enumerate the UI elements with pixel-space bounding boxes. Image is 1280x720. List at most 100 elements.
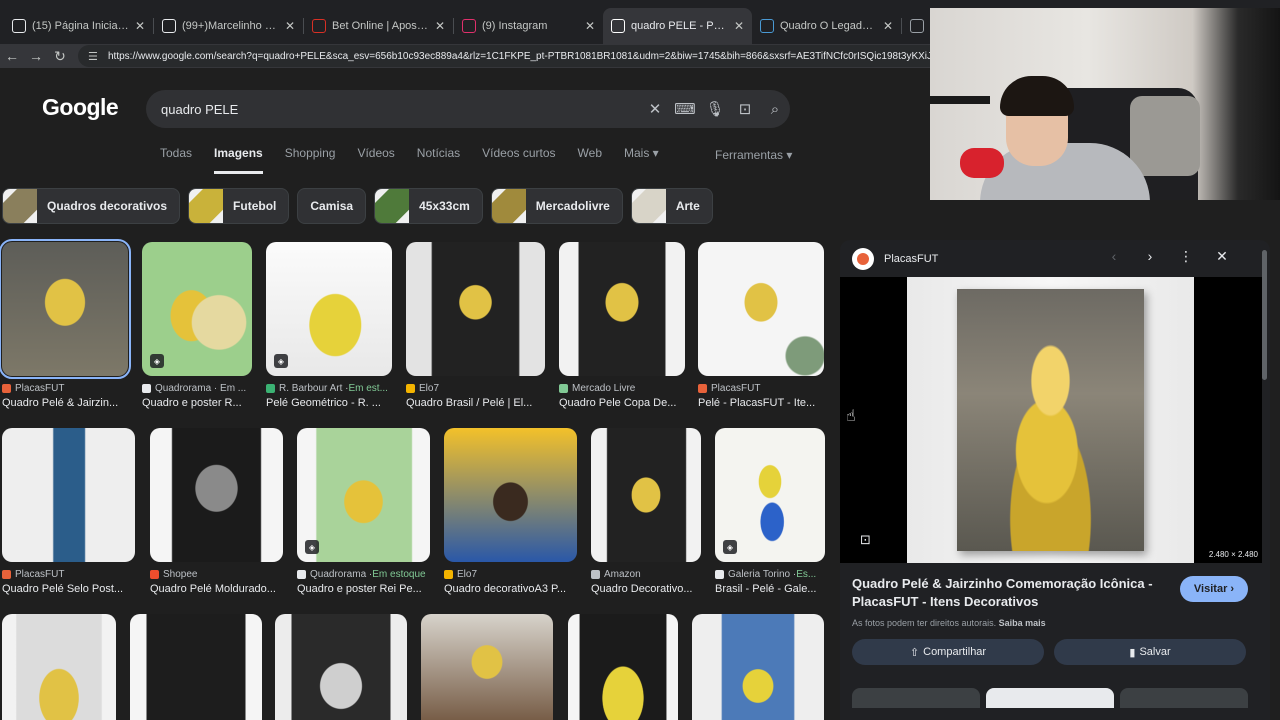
- chip-arte[interactable]: Arte: [630, 188, 713, 224]
- clear-icon[interactable]: ✕: [640, 100, 670, 118]
- result-source[interactable]: Shopee: [150, 569, 283, 580]
- visit-button[interactable]: Visitar ›: [1180, 576, 1248, 602]
- image-result[interactable]: [568, 614, 678, 720]
- tab-5[interactable]: Vídeos curtos: [482, 146, 555, 174]
- result-source[interactable]: PlacasFUT: [2, 383, 128, 394]
- mic-icon[interactable]: 🎙: [700, 100, 730, 118]
- result-source[interactable]: R. Barbour Art · Em est...: [266, 383, 392, 394]
- tab-3[interactable]: Vídeos: [357, 146, 394, 174]
- result-source[interactable]: Mercado Livre: [559, 383, 685, 394]
- result-title[interactable]: Quadro Pele Copa De...: [559, 397, 685, 409]
- browser-tab[interactable]: Bet Online | Apostas Espo ✕: [304, 8, 453, 44]
- lens-search-icon[interactable]: ⊡: [860, 532, 871, 548]
- panel-scrollbar[interactable]: [1262, 240, 1268, 720]
- result-thumbnail[interactable]: ◈: [142, 242, 252, 376]
- image-result[interactable]: PlacasFUT Quadro Pelé & Jairzin...: [0, 239, 131, 409]
- search-box[interactable]: quadro PELE ✕ ⌨ 🎙 ⊡ ⌕: [146, 90, 790, 128]
- tab-7[interactable]: Mais ▾: [624, 146, 659, 174]
- image-result[interactable]: Shopee Quadro Pelé Moldurado...: [150, 428, 283, 595]
- image-result[interactable]: Elo7 Quadro Brasil / Pelé | El...: [406, 242, 545, 409]
- result-title[interactable]: Quadro e poster Rei Pe...: [297, 583, 430, 595]
- image-result[interactable]: [692, 614, 824, 720]
- result-thumbnail[interactable]: [0, 239, 131, 379]
- result-thumbnail[interactable]: [444, 428, 577, 562]
- result-thumbnail[interactable]: ◈: [266, 242, 392, 376]
- result-thumbnail[interactable]: [150, 428, 283, 562]
- result-source[interactable]: Quadrorama · Em estoque: [297, 569, 430, 580]
- image-result[interactable]: ◈ Galeria Torino · Es... Brasil - Pelé - G…: [715, 428, 825, 595]
- chip-camisa[interactable]: Camisa: [297, 188, 367, 224]
- image-result[interactable]: ◈ Quadrorama · Em ... Quadro e poster R...: [142, 242, 252, 409]
- result-thumbnail[interactable]: [421, 614, 553, 720]
- result-title[interactable]: Quadro Pelé Selo Post...: [2, 583, 135, 595]
- result-source[interactable]: PlacasFUT: [698, 383, 824, 394]
- result-source[interactable]: Elo7: [444, 569, 577, 580]
- close-tab-icon[interactable]: ✕: [734, 19, 744, 33]
- close-tab-icon[interactable]: ✕: [883, 19, 893, 33]
- image-result[interactable]: [2, 614, 116, 720]
- result-thumbnail[interactable]: [559, 242, 685, 376]
- related-image[interactable]: [1120, 688, 1248, 708]
- image-result[interactable]: PlacasFUT Quadro Pelé Selo Post...: [2, 428, 135, 595]
- result-title[interactable]: Quadro Brasil / Pelé | El...: [406, 397, 545, 409]
- close-tab-icon[interactable]: ✕: [285, 19, 295, 33]
- browser-tab[interactable]: Quadro O Legado de Cri ✕: [752, 8, 901, 44]
- result-source[interactable]: Elo7: [406, 383, 545, 394]
- image-result[interactable]: Amazon Quadro Decorativo...: [591, 428, 701, 595]
- more-vert-icon[interactable]: ⋮: [1168, 248, 1204, 265]
- result-thumbnail[interactable]: [692, 614, 824, 720]
- chip-futebol[interactable]: Futebol: [188, 188, 290, 224]
- result-thumbnail[interactable]: [275, 614, 407, 720]
- image-result[interactable]: [130, 614, 262, 720]
- chip-quadros-decorativos[interactable]: Quadros decorativos: [2, 188, 181, 224]
- site-info-icon[interactable]: ☰: [88, 50, 100, 63]
- tab-2[interactable]: Shopping: [285, 146, 336, 174]
- result-title[interactable]: Brasil - Pelé - Gale...: [715, 583, 825, 595]
- image-result[interactable]: [275, 614, 407, 720]
- browser-tab[interactable]: (9) Instagram ✕: [454, 8, 603, 44]
- result-title[interactable]: Quadro Pelé & Jairzin...: [2, 397, 128, 409]
- browser-tab[interactable]: (15) Página Inicial / X ✕: [4, 8, 153, 44]
- preview-image[interactable]: 2.480 × 2.480: [840, 277, 1262, 563]
- keyboard-icon[interactable]: ⌨: [670, 100, 700, 118]
- chip-mercadolivre[interactable]: Mercadolivre: [490, 188, 623, 224]
- result-thumbnail[interactable]: [2, 428, 135, 562]
- related-image[interactable]: [986, 688, 1114, 708]
- google-logo[interactable]: Google: [42, 94, 119, 121]
- result-source[interactable]: Quadrorama · Em ...: [142, 383, 252, 394]
- result-source[interactable]: PlacasFUT: [2, 569, 135, 580]
- result-thumbnail[interactable]: [591, 428, 701, 562]
- result-thumbnail[interactable]: ◈: [297, 428, 430, 562]
- close-tab-icon[interactable]: ✕: [135, 19, 145, 33]
- result-title[interactable]: Quadro decorativoA3 P...: [444, 583, 577, 595]
- previous-icon[interactable]: ‹: [1096, 248, 1132, 265]
- tab-6[interactable]: Web: [578, 146, 602, 174]
- close-tab-icon[interactable]: ✕: [585, 19, 595, 33]
- result-title[interactable]: Pelé Geométrico - R. ...: [266, 397, 392, 409]
- browser-tab[interactable]: (99+)Marcelinho Carioca ✕: [154, 8, 303, 44]
- result-title[interactable]: Quadro Decorativo...: [591, 583, 701, 595]
- back-icon[interactable]: ←: [0, 48, 24, 64]
- next-icon[interactable]: ›: [1132, 248, 1168, 265]
- result-thumbnail[interactable]: [2, 614, 116, 720]
- learn-more-link[interactable]: Saiba mais: [999, 618, 1046, 628]
- image-result[interactable]: ◈ R. Barbour Art · Em est... Pelé Geométri…: [266, 242, 392, 409]
- result-source[interactable]: Amazon: [591, 569, 701, 580]
- image-result[interactable]: ◈ Quadrorama · Em estoque Quadro e poster …: [297, 428, 430, 595]
- result-thumbnail[interactable]: [406, 242, 545, 376]
- search-input[interactable]: quadro PELE: [161, 102, 640, 117]
- result-source[interactable]: Galeria Torino · Es...: [715, 569, 825, 580]
- panel-title[interactable]: Quadro Pelé & Jairzinho Comemoração Icôn…: [852, 575, 1172, 611]
- forward-icon[interactable]: →: [24, 48, 48, 64]
- image-result[interactable]: [421, 614, 553, 720]
- image-result[interactable]: Elo7 Quadro decorativoA3 P...: [444, 428, 577, 595]
- chip-45x33cm[interactable]: 45x33cm: [374, 188, 483, 224]
- result-thumbnail[interactable]: [698, 242, 824, 376]
- share-button[interactable]: ⇧ Compartilhar: [852, 639, 1044, 665]
- tab-4[interactable]: Notícias: [417, 146, 460, 174]
- tab-1[interactable]: Imagens: [214, 146, 263, 174]
- tab-0[interactable]: Todas: [160, 146, 192, 174]
- save-button[interactable]: ▮ Salvar: [1054, 639, 1246, 665]
- result-thumbnail[interactable]: ◈: [715, 428, 825, 562]
- panel-site[interactable]: PlacasFUT: [852, 248, 938, 270]
